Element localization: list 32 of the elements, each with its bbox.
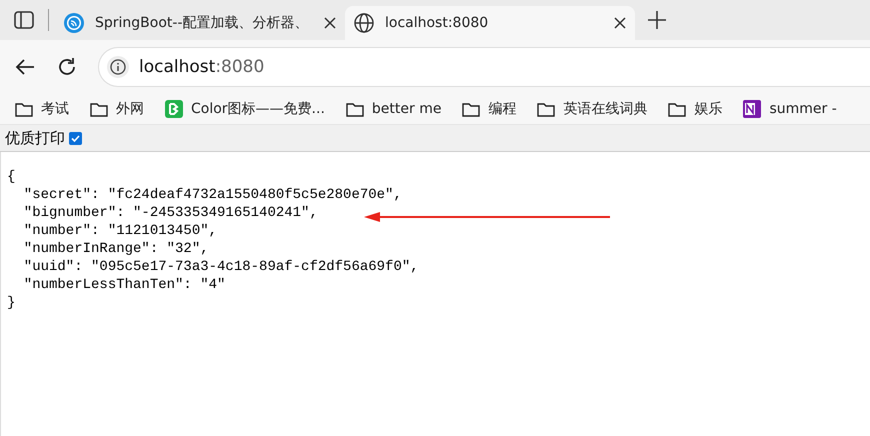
- json-line: "numberInRange": "32",: [22, 240, 209, 258]
- bookmark[interactable]: Color图标——免费...: [164, 100, 325, 118]
- new-tab-icon[interactable]: [647, 10, 667, 30]
- close-icon[interactable]: [613, 16, 627, 30]
- bookmark[interactable]: 考试: [14, 100, 69, 118]
- app-icon: [164, 100, 184, 118]
- tab-actions-icon[interactable]: [12, 8, 36, 32]
- json-line: "number": "1121013450",: [22, 222, 218, 240]
- bookmark[interactable]: 英语在线词典: [536, 100, 648, 118]
- feed-icon: [63, 12, 85, 34]
- close-icon[interactable]: [323, 16, 337, 30]
- notebook-icon: [742, 100, 762, 118]
- bookmark[interactable]: 编程: [461, 100, 516, 118]
- browser-tab[interactable]: localhost:8080: [345, 6, 635, 40]
- checkbox[interactable]: [69, 132, 82, 144]
- reload-icon[interactable]: [56, 56, 78, 78]
- bookmark[interactable]: 娱乐: [667, 100, 722, 118]
- json-line: "numberLessThanTen": "4": [22, 276, 226, 294]
- bookmark[interactable]: summer -: [742, 100, 837, 118]
- url-text: localhost:8080: [139, 57, 264, 77]
- bookmark[interactable]: better me: [344, 100, 442, 118]
- json-line: "secret": "fc24deaf4732a1550480f5c5e280e70e",: [22, 186, 402, 204]
- bookmark[interactable]: 外网: [89, 100, 144, 118]
- print-option-label: 优质打印: [5, 128, 65, 148]
- json-line: "bignumber": "-245335349165140241",: [22, 204, 318, 222]
- json-line: }: [7, 294, 16, 312]
- json-line: "uuid": "095c5e17-73a3-4c18-89af-cf2df56a69f0",: [22, 258, 419, 276]
- info-icon[interactable]: [107, 56, 129, 78]
- browser-tab[interactable]: SpringBoot--配置加载、分析器、: [55, 6, 345, 40]
- address-bar[interactable]: localhost:8080: [98, 47, 870, 87]
- globe-icon: [353, 12, 375, 34]
- json-line: {: [7, 168, 16, 186]
